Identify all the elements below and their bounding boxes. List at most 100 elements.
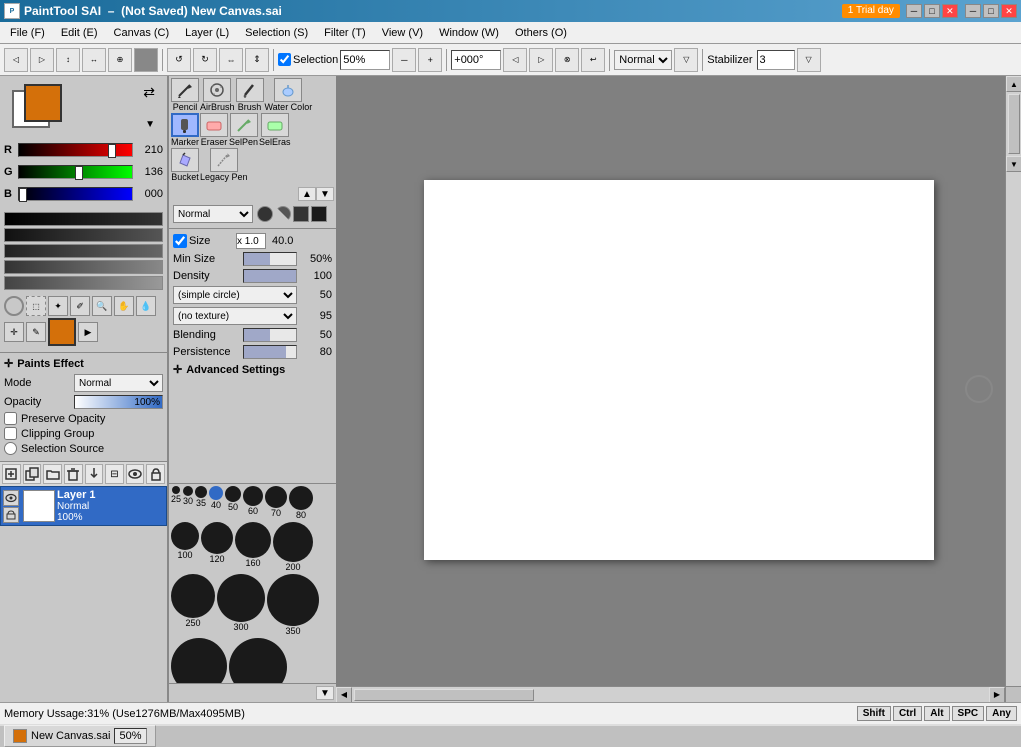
grad-swatch-2[interactable] — [4, 228, 163, 242]
zoom-input[interactable] — [340, 50, 390, 70]
menu-window[interactable]: Window (W) — [431, 25, 507, 41]
marker-icon[interactable] — [171, 113, 199, 137]
texture-select[interactable]: (no texture) — [173, 307, 297, 325]
close-button[interactable]: ✕ — [942, 4, 958, 18]
tool-zoom[interactable]: 🔍 — [92, 296, 112, 316]
rotation-input[interactable] — [451, 50, 501, 70]
opacity-slider[interactable]: 100% — [74, 395, 163, 409]
list-item[interactable]: 30 — [183, 486, 193, 520]
active-color-box[interactable] — [48, 318, 76, 346]
menu-file[interactable]: File (F) — [2, 25, 53, 41]
selection-checkbox[interactable] — [278, 53, 291, 66]
color-swap-icon[interactable]: ⇄ — [143, 84, 155, 101]
nav-btn-6[interactable] — [134, 48, 158, 72]
list-item[interactable]: 35 — [195, 486, 207, 520]
brush-mode-select[interactable]: Normal — [173, 205, 253, 223]
horizontal-scrollbar[interactable]: ◀ ▶ — [336, 686, 1005, 702]
brush-shape-1[interactable] — [257, 206, 273, 222]
b-slider[interactable] — [18, 187, 133, 201]
zoom-in-btn[interactable]: + — [418, 48, 442, 72]
close-button-2[interactable]: ✕ — [1001, 4, 1017, 18]
spc-key[interactable]: SPC — [952, 706, 985, 721]
tool-extra[interactable]: ✎ — [26, 322, 46, 342]
maximize-button-2[interactable]: □ — [983, 4, 999, 18]
scroll-track-v[interactable] — [1006, 92, 1021, 156]
b-thumb[interactable] — [19, 188, 27, 202]
r-thumb[interactable] — [108, 144, 116, 158]
scroll-right-btn[interactable]: ▶ — [989, 687, 1005, 703]
rotate-ccw[interactable]: ↺ — [167, 48, 191, 72]
brush-shape-4[interactable] — [311, 206, 327, 222]
list-item[interactable]: 50 — [225, 486, 241, 520]
scroll-down-btn[interactable]: ▼ — [1006, 156, 1021, 172]
tool-airbrush[interactable]: AirBrush — [200, 78, 235, 112]
blend-btn[interactable]: ▽ — [674, 48, 698, 72]
zoom-out-btn[interactable]: ─ — [392, 48, 416, 72]
tool-freehand[interactable]: ✦ — [48, 296, 68, 316]
selection-source-radio[interactable] — [4, 442, 17, 455]
r-slider[interactable] — [18, 143, 133, 157]
preserve-opacity-check[interactable] — [4, 412, 17, 425]
scroll-track-h[interactable] — [352, 687, 989, 703]
menu-edit[interactable]: Edit (E) — [53, 25, 106, 41]
foreground-color-swatch[interactable] — [24, 84, 62, 122]
advanced-settings-title[interactable]: ✛ Advanced Settings — [173, 363, 332, 376]
clipping-group-check[interactable] — [4, 427, 17, 440]
stabilizer-input[interactable] — [757, 50, 795, 70]
nav-btn-1[interactable]: ◁ — [4, 48, 28, 72]
tool-brush[interactable]: Brush — [236, 78, 264, 112]
eraser-icon[interactable] — [200, 113, 228, 137]
menu-view[interactable]: View (V) — [374, 25, 431, 41]
tool-scroll-up[interactable]: ▲ — [298, 187, 316, 201]
watercolor-icon[interactable] — [274, 78, 302, 102]
tool-pen[interactable]: ✐ — [70, 296, 90, 316]
preset-scroll-down[interactable]: ▼ — [316, 686, 334, 700]
selpen-icon[interactable] — [230, 113, 258, 137]
tool-watercolor[interactable]: Water Color — [265, 78, 313, 112]
list-item[interactable]: 120 — [201, 522, 233, 572]
any-key[interactable]: Any — [986, 706, 1017, 721]
nav-btn-5[interactable]: ⊕ — [108, 48, 132, 72]
g-slider[interactable] — [18, 165, 133, 179]
list-item[interactable]: 300 — [217, 574, 265, 636]
minimize-button[interactable]: ─ — [906, 4, 922, 18]
vertical-scrollbar[interactable]: ▲ ▼ — [1005, 76, 1021, 686]
grad-swatch-1[interactable] — [4, 212, 163, 226]
brush-shape-2[interactable] — [275, 206, 291, 222]
new-layer-btn[interactable] — [2, 464, 21, 484]
legacypen-icon[interactable] — [210, 148, 238, 172]
nav-btn-4[interactable]: ↔ — [82, 48, 106, 72]
nav-btn-3[interactable]: ↕ — [56, 48, 80, 72]
rot-btn-4[interactable]: ↩ — [581, 48, 605, 72]
brush-shape-3[interactable] — [293, 206, 309, 222]
tool-eraser[interactable]: Eraser — [200, 113, 228, 147]
shift-key[interactable]: Shift — [857, 706, 891, 721]
list-item[interactable]: 200 — [273, 522, 313, 572]
list-item[interactable]: 400 — [171, 638, 227, 683]
stabilizer-dropdown[interactable]: ▽ — [797, 48, 821, 72]
copy-layer-btn[interactable] — [23, 464, 42, 484]
layer-lock-btn[interactable] — [3, 507, 19, 523]
ctrl-key[interactable]: Ctrl — [893, 706, 922, 721]
minimize-button-2[interactable]: ─ — [965, 4, 981, 18]
scroll-thumb-h[interactable] — [354, 689, 534, 701]
tool-move[interactable]: ✛ — [4, 322, 24, 342]
menu-selection[interactable]: Selection (S) — [237, 25, 316, 41]
list-item[interactable]: 160 — [235, 522, 271, 572]
tool-bucket[interactable]: Bucket — [171, 148, 199, 182]
tool-eyedrop[interactable]: 💧 — [136, 296, 156, 316]
rot-btn-1[interactable]: ◁ — [503, 48, 527, 72]
size-mult-input[interactable] — [236, 233, 266, 249]
nav-btn-2[interactable]: ▷ — [30, 48, 54, 72]
list-item[interactable]: 25 — [171, 486, 181, 520]
airbrush-icon[interactable] — [203, 78, 231, 102]
list-item[interactable]: 450 — [229, 638, 287, 683]
tool-pencil[interactable]: Pencil — [171, 78, 199, 112]
list-item[interactable]: 350 — [267, 574, 319, 636]
blend-mode-select[interactable]: Normal — [614, 50, 672, 70]
menu-canvas[interactable]: Canvas (C) — [106, 25, 178, 41]
tool-legacypen[interactable]: Legacy Pen — [200, 148, 248, 182]
menu-others[interactable]: Others (O) — [507, 25, 575, 41]
blending-bar[interactable] — [243, 328, 297, 342]
list-item[interactable]: 40 — [209, 486, 223, 520]
